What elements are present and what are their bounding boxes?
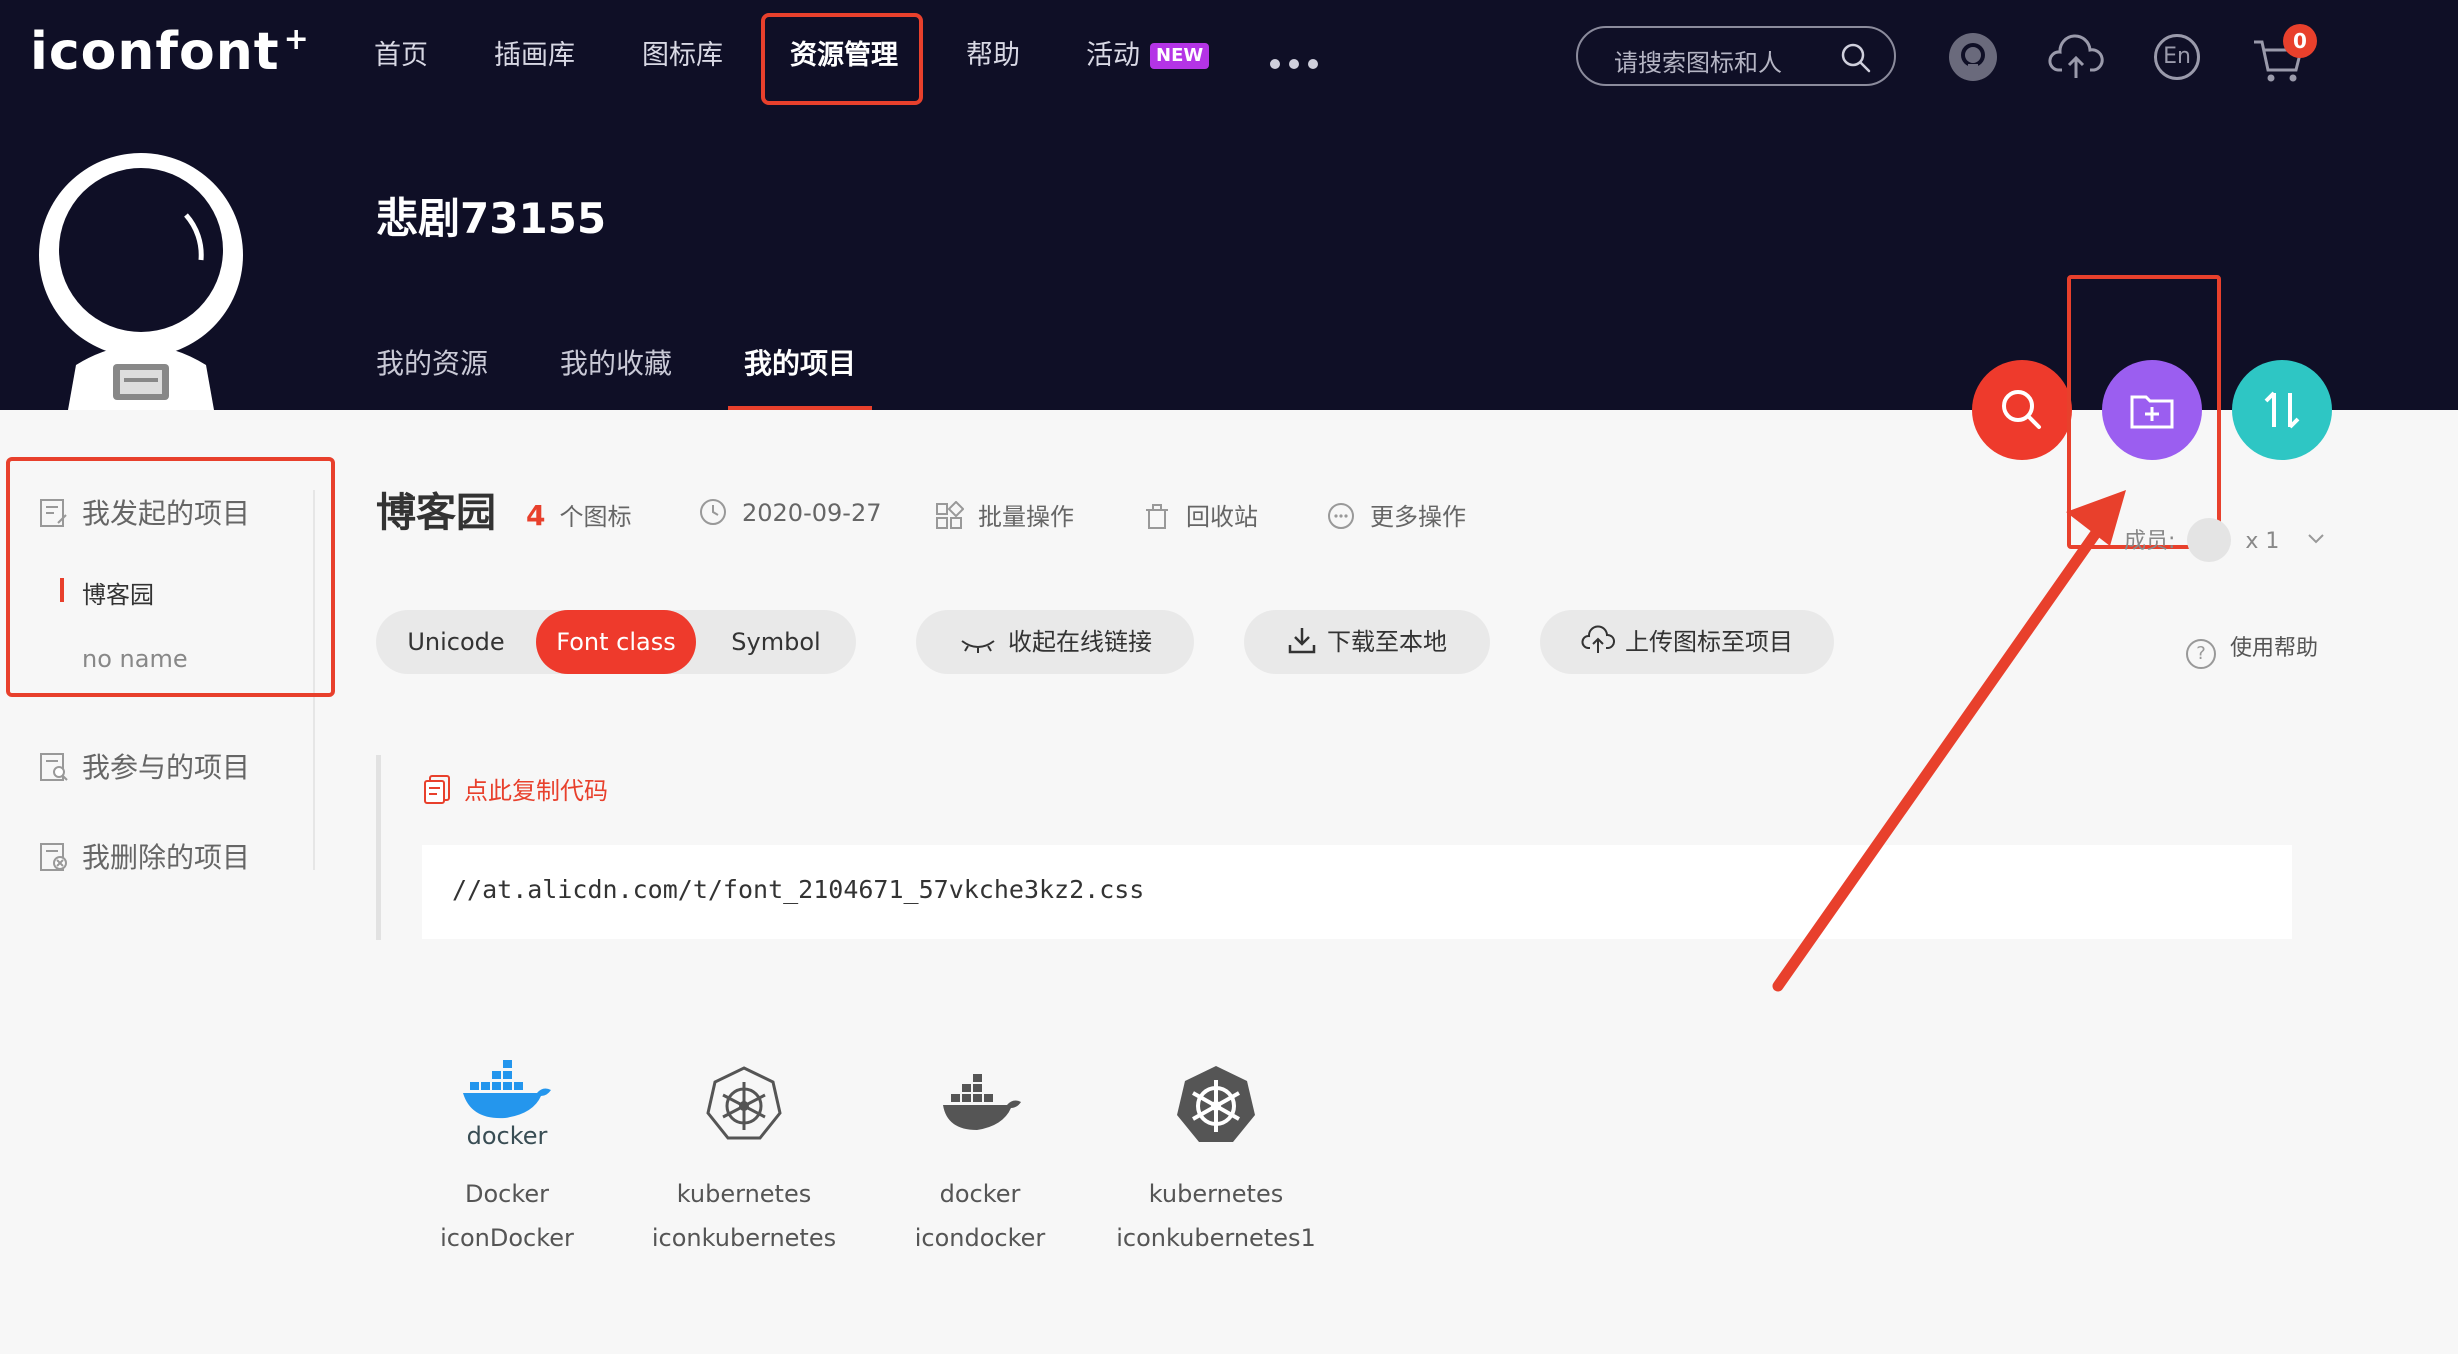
sort-button[interactable] (2232, 360, 2332, 460)
upload-icon-label: 上传图标至项目 (1625, 628, 1793, 656)
recycle-bin-label: 回收站 (1186, 503, 1258, 531)
more-operations-label: 更多操作 (1370, 503, 1466, 531)
docker-logo-icon: docker (463, 1060, 551, 1150)
batch-operations-label: 批量操作 (978, 503, 1074, 531)
icon-card-kubernetes1[interactable]: kubernetes iconkubernetes1 (1116, 1060, 1316, 1252)
tab-active-underline (728, 406, 872, 410)
css-link-url[interactable]: //at.alicdn.com/t/font_2104671_57vkche3k… (452, 875, 1144, 904)
download-local-label: 下载至本地 (1327, 628, 1447, 656)
download-icon (1288, 628, 1316, 654)
copy-doc-icon (424, 775, 450, 804)
kubernetes-filled-icon (1177, 1066, 1255, 1142)
mode-symbol-tab[interactable]: Symbol (696, 610, 856, 674)
icon-class-name: iconkubernetes1 (1116, 1224, 1316, 1252)
code-section-bar (376, 755, 381, 940)
sidebar-joined-label: 我参与的项目 (82, 751, 251, 784)
collapse-online-link-button[interactable]: 收起在线链接 (916, 610, 1194, 674)
language-toggle-button[interactable]: En (2154, 34, 2200, 80)
sidebar-deleted-projects[interactable]: 我删除的项目 (38, 836, 250, 876)
recycle-bin-button[interactable]: 回收站 (1142, 497, 1258, 532)
logo-text: iconfont (30, 22, 280, 82)
collapse-online-link-label: 收起在线链接 (1008, 628, 1152, 656)
kubernetes-outline-icon (706, 1066, 782, 1140)
icon-count-unit: 个图标 (559, 503, 632, 531)
search-project-button[interactable] (1972, 360, 2072, 460)
annotation-sidebar-highlight (6, 457, 335, 697)
download-local-button[interactable]: 下载至本地 (1244, 610, 1490, 674)
search-icon[interactable] (1840, 42, 1872, 74)
new-badge: NEW (1150, 43, 1210, 69)
icon-card-docker-whale[interactable]: docker icondocker (880, 1060, 1080, 1252)
nav-help[interactable]: 帮助 (966, 34, 1020, 78)
search-input[interactable]: 请搜索图标和人 (1614, 43, 1782, 78)
code-snippet-box[interactable]: //at.alicdn.com/t/font_2104671_57vkche3k… (422, 845, 2292, 939)
icon-count-value: 4 (526, 499, 546, 532)
icon-class-name: iconkubernetes (651, 1224, 837, 1252)
icon-name: kubernetes (676, 1180, 812, 1208)
icon-card-docker[interactable]: docker Docker iconDocker (407, 1060, 607, 1252)
astronaut-avatar (39, 153, 243, 410)
project-icon-count: 4 个图标 (526, 497, 631, 532)
mode-font-class-tab[interactable]: Font class (536, 610, 696, 674)
trash-icon (1146, 504, 1168, 529)
svg-text:docker: docker (467, 1122, 548, 1150)
member-avatar (2187, 518, 2232, 562)
icon-class-name: icondocker (914, 1224, 1046, 1252)
sidebar-joined-projects[interactable]: 我参与的项目 (38, 746, 250, 786)
project-members[interactable]: 成员: x 1 (2124, 518, 2326, 562)
nav-home[interactable]: 首页 (374, 34, 428, 78)
upload-cloud-icon[interactable] (2048, 30, 2104, 84)
project-delete-icon (40, 843, 67, 871)
tab-my-resources[interactable]: 我的资源 (376, 342, 488, 382)
code-mode-switch: Unicode Font class Symbol (376, 610, 856, 674)
icon-name: kubernetes (1148, 1180, 1284, 1208)
sort-arrows-icon (2264, 391, 2300, 429)
search-box[interactable]: 请搜索图标和人 (1576, 26, 1896, 86)
profile-username: 悲剧73155 (376, 194, 607, 243)
members-count: x 1 (2245, 529, 2280, 554)
sidebar-deleted-label: 我删除的项目 (82, 841, 251, 874)
nav-activity[interactable]: 活动 NEW (1086, 34, 1210, 78)
logo-plus: + (283, 22, 310, 57)
copy-code-link[interactable]: 点此复制代码 (422, 771, 608, 806)
project-title: 博客园 (376, 490, 496, 536)
nav-icon-library[interactable]: 图标库 (642, 34, 723, 78)
search-icon (2002, 390, 2041, 429)
icon-name: Docker (464, 1180, 550, 1208)
project-date: 2020-09-27 (698, 497, 881, 527)
project-search-icon (40, 753, 68, 781)
project-date-value: 2020-09-27 (742, 499, 882, 527)
usage-help-label: 使用帮助 (2230, 636, 2319, 661)
annotation-fab-highlight (2067, 275, 2221, 549)
more-nav-icon[interactable] (1270, 54, 1327, 73)
nav-activity-label: 活动 (1086, 40, 1140, 71)
batch-operations-button[interactable]: 批量操作 (934, 497, 1074, 532)
nav-illustrations[interactable]: 插画库 (494, 34, 575, 78)
copy-code-label: 点此复制代码 (464, 777, 608, 805)
icon-class-name: iconDocker (440, 1224, 574, 1252)
github-icon[interactable] (1946, 30, 2000, 84)
chevron-down-icon (2308, 534, 2325, 544)
tab-my-projects[interactable]: 我的项目 (744, 342, 856, 382)
tab-my-favorites[interactable]: 我的收藏 (560, 342, 672, 382)
cart-count-badge: 0 (2283, 24, 2317, 58)
upload-icon-button[interactable]: 上传图标至项目 (1540, 610, 1834, 674)
more-operations-button[interactable]: 更多操作 (1326, 497, 1466, 532)
more-circle-icon (1328, 503, 1354, 529)
clock-icon (700, 499, 726, 525)
mode-unicode-tab[interactable]: Unicode (376, 610, 536, 674)
grid-icon (936, 501, 964, 529)
docker-whale-icon (943, 1074, 1021, 1130)
eye-closed-icon (961, 640, 995, 653)
members-label: 成员: (2124, 529, 2176, 554)
icon-card-kubernetes[interactable]: kubernetes iconkubernetes (644, 1060, 844, 1252)
iconfont-logo[interactable]: iconfont + (30, 22, 310, 82)
upload-cloud-icon (1581, 625, 1615, 653)
usage-help-link[interactable]: ? 使用帮助 (2186, 630, 2318, 669)
annotation-nav-highlight (761, 13, 923, 105)
icon-name: docker (939, 1180, 1021, 1208)
question-icon: ? (2186, 639, 2216, 669)
